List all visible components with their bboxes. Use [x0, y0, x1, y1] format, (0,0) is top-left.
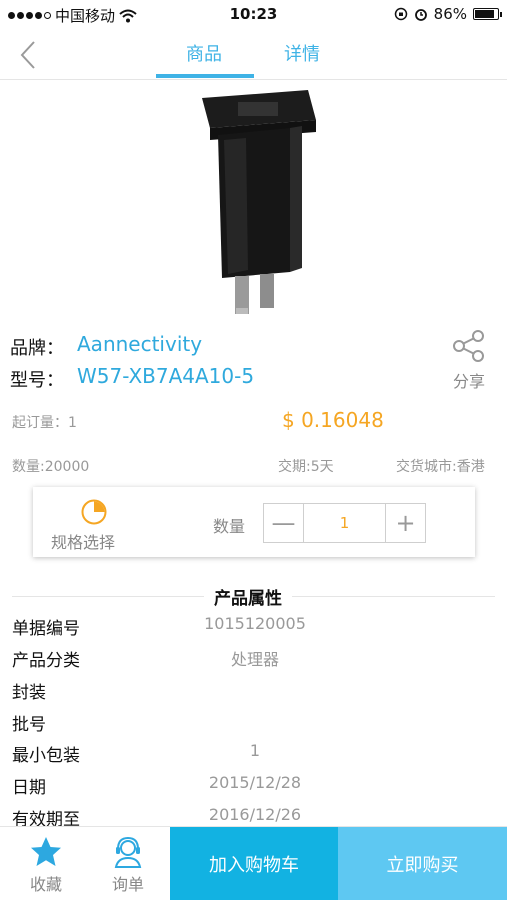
attribute-row: 批号: [0, 710, 507, 742]
orientation-lock-icon: [394, 7, 407, 21]
favorite-label: 收藏: [29, 875, 62, 894]
bottom-action-bar: 收藏 询单 加入购物车 立即购买: [0, 826, 507, 900]
attribute-key: 最小包装: [12, 746, 80, 766]
attribute-key: 批号: [12, 715, 46, 735]
battery-icon: [473, 8, 502, 20]
stock-quantity: 数量:20000: [12, 459, 90, 475]
active-tab-indicator: [156, 74, 254, 78]
increment-button[interactable]: +: [385, 504, 425, 542]
attribute-row: 封装: [0, 678, 507, 710]
quantity-stepper: — 1 +: [263, 503, 426, 543]
decrement-button[interactable]: —: [264, 504, 304, 542]
attribute-value: 1: [249, 741, 261, 760]
attribute-row: 单据编号 1015120005: [0, 614, 507, 646]
quantity-label: 数量: [213, 517, 246, 536]
delivery-city: 交货城市:香港: [396, 459, 485, 475]
attribute-row: 最小包装 1: [0, 741, 507, 773]
attribute-row: 产品分类 处理器: [0, 646, 507, 678]
attribute-value: 1015120005: [204, 614, 306, 633]
model-value: W57-XB7A4A10-5: [77, 364, 255, 388]
spec-select-label: 规格选择: [51, 533, 116, 552]
share-label: 分享: [452, 372, 485, 391]
customer-service-icon: [114, 836, 142, 868]
attribute-key: 单据编号: [12, 619, 80, 639]
attribute-key: 封装: [12, 683, 46, 703]
status-right: 86%: [394, 5, 502, 23]
attribute-key: 产品分类: [12, 651, 80, 671]
buy-now-button[interactable]: 立即购买: [338, 827, 507, 900]
tab-detail[interactable]: 详情: [284, 40, 320, 66]
model-label: 型号：: [10, 370, 64, 391]
share-icon: [453, 330, 484, 362]
status-bar: 中国移动 10:23 86%: [0, 0, 507, 30]
inquiry-button[interactable]: 询单: [98, 835, 158, 895]
add-to-cart-button[interactable]: 加入购物车: [170, 827, 338, 900]
price: $ 0.16048: [282, 408, 384, 432]
attribute-value: 处理器: [230, 650, 279, 669]
top-nav: 商品 详情: [0, 30, 507, 80]
chevron-left-icon[interactable]: [14, 38, 44, 72]
attributes-title: 产品属性: [204, 584, 292, 609]
tab-goods[interactable]: 商品: [186, 40, 222, 66]
brand-label: 品牌：: [10, 338, 64, 359]
product-image: [150, 80, 360, 325]
attribute-row: 日期 2015/12/28: [0, 773, 507, 805]
brand-value[interactable]: Aannectivity: [77, 332, 202, 356]
spec-select-icon: [81, 499, 107, 525]
attribute-value: 2015/12/28: [208, 773, 302, 792]
quantity-input[interactable]: 1: [304, 504, 385, 542]
star-icon: [31, 837, 61, 866]
favorite-button[interactable]: 收藏: [16, 835, 76, 895]
attribute-value: 2016/12/26: [208, 805, 302, 824]
battery-percent: 86%: [433, 5, 467, 23]
lead-time: 交期:5天: [278, 459, 334, 475]
attribute-key: 日期: [12, 778, 46, 798]
spec-card: 规格选择 数量 — 1 +: [33, 487, 475, 557]
share-button[interactable]: 分享: [448, 330, 490, 392]
alarm-icon: [414, 9, 427, 21]
moq-label: 起订量：1: [12, 415, 77, 431]
inquiry-label: 询单: [111, 875, 144, 894]
